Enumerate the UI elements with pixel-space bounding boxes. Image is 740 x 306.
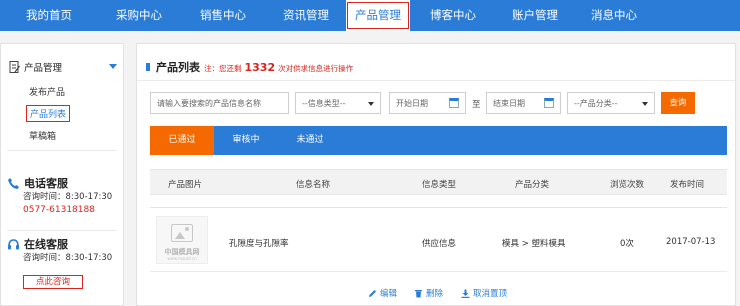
title-accent	[146, 63, 150, 71]
headset-icon	[8, 238, 19, 249]
nav-item-news[interactable]: 资讯管理	[266, 0, 346, 31]
page-title-text: 产品列表	[156, 61, 200, 74]
download-icon	[461, 289, 470, 298]
column-header: 浏览次数	[610, 180, 645, 190]
sidebar-item-product-list[interactable]: 产品列表	[26, 105, 71, 122]
column-header: 发布时间	[670, 180, 705, 190]
product-name[interactable]: 孔隙度与孔隙率	[229, 237, 289, 249]
online-service-hours: 咨询时间：8:30-17:30	[23, 253, 113, 263]
phone-icon	[8, 177, 19, 189]
sidebar-item-drafts[interactable]: 草稿箱	[29, 129, 56, 142]
document-icon	[9, 61, 20, 73]
chevron-down-icon	[109, 64, 117, 69]
start-date-field[interactable]: 开始日期	[389, 92, 466, 114]
tab-rejected[interactable]: 未通过	[278, 126, 342, 155]
nav-item-home[interactable]: 我的首页	[0, 0, 98, 31]
info-type-cell: 供应信息	[422, 239, 457, 249]
column-header: 产品图片	[168, 180, 203, 190]
nav-item-blog[interactable]: 博客中心	[410, 0, 496, 31]
main-panel: 产品列表 注：您还剩 1332 次对供求信息进行操作 请输入要搜索的产品信息名称…	[136, 43, 736, 306]
column-header: 信息类型	[422, 180, 457, 190]
sidebar-item-publish[interactable]: 发布产品	[29, 85, 65, 98]
unpin-label: 取消置顶	[473, 289, 508, 299]
trash-icon	[415, 289, 422, 297]
column-header: 产品分类	[515, 180, 550, 190]
tab-pending[interactable]: 审核中	[214, 126, 278, 155]
end-date-placeholder: 结束日期	[493, 98, 525, 108]
quota-remaining: 1332	[244, 61, 276, 74]
nav-item-sales[interactable]: 销售中心	[180, 0, 266, 31]
info-type-select[interactable]: --信息类型--	[295, 92, 381, 114]
publish-date-cell: 2017-07-13	[666, 237, 716, 247]
category-value: --产品分类--	[574, 98, 618, 108]
views-cell: 0次	[620, 239, 634, 249]
edit-label: 编辑	[380, 289, 398, 299]
nav-item-account[interactable]: 账户管理	[496, 0, 574, 31]
phone-service-title: 电话客服	[24, 177, 68, 190]
top-nav: 我的首页 采购中心 销售中心 资讯管理 产品管理 博客中心 账户管理 消息中心	[0, 0, 740, 31]
page-title: 产品列表 注：您还剩 1332 次对供求信息进行操作	[146, 59, 353, 75]
divider	[7, 150, 117, 151]
image-placeholder-icon	[171, 224, 193, 242]
sidebar-section-header[interactable]: 产品管理	[9, 60, 117, 74]
search-input-placeholder: 请输入要搜索的产品信息名称	[157, 98, 261, 108]
category-select[interactable]: --产品分类--	[567, 92, 655, 114]
chevron-down-icon	[642, 102, 648, 106]
phone-number: 0577-61318188	[23, 205, 95, 215]
search-button[interactable]: 查询	[661, 92, 695, 114]
end-date-field[interactable]: 结束日期	[486, 92, 561, 114]
consult-button[interactable]: 点此咨询	[23, 275, 83, 289]
search-input[interactable]: 请输入要搜索的产品信息名称	[150, 92, 289, 114]
status-tabs: 已通过 审核中 未通过	[150, 126, 727, 155]
column-header: 信息名称	[296, 180, 331, 190]
table-row: 中国模具网 www.mould.cn 孔隙度与孔隙率 供应信息 模具 > 塑料模…	[150, 207, 727, 271]
online-service-title: 在线客服	[24, 238, 68, 251]
phone-service: 电话客服 咨询时间：8:30-17:30 0577-61318188	[7, 175, 119, 217]
divider	[137, 80, 735, 81]
nav-item-products[interactable]: 产品管理	[346, 0, 410, 31]
delete-label: 删除	[426, 289, 444, 299]
calendar-icon	[449, 98, 459, 108]
info-type-value: --信息类型--	[302, 98, 346, 108]
quota-note-prefix: 注：您还剩	[204, 64, 242, 73]
sidebar-section-title: 产品管理	[24, 63, 63, 74]
pencil-icon	[369, 289, 376, 297]
chevron-down-icon	[368, 102, 374, 106]
online-service: 在线客服 咨询时间：8:30-17:30	[7, 236, 119, 265]
edit-button[interactable]: 编辑	[368, 287, 397, 299]
sidebar: 产品管理 发布产品 产品列表 草稿箱 电话客服 咨询时间：8:30-17:30 …	[0, 43, 124, 306]
calendar-icon	[544, 98, 554, 108]
table-header: 产品图片 信息名称 信息类型 产品分类 浏览次数 发布时间	[150, 169, 727, 195]
product-thumbnail[interactable]: 中国模具网 www.mould.cn	[156, 216, 208, 264]
unpin-button[interactable]: 取消置顶	[461, 287, 507, 299]
start-date-placeholder: 开始日期	[396, 98, 428, 108]
nav-item-messages[interactable]: 消息中心	[574, 0, 654, 31]
quota-note-suffix: 次对供求信息进行操作	[278, 64, 354, 73]
divider	[7, 230, 117, 231]
delete-button[interactable]: 删除	[414, 287, 443, 299]
date-range-separator: 至	[472, 100, 481, 110]
nav-item-purchase[interactable]: 采购中心	[98, 0, 180, 31]
tab-approved[interactable]: 已通过	[150, 126, 214, 155]
divider	[150, 271, 727, 272]
thumbnail-watermark-url: www.mould.cn	[167, 256, 197, 261]
phone-service-hours: 咨询时间：8:30-17:30	[23, 192, 113, 202]
category-cell: 模具 > 塑料模具	[502, 239, 566, 249]
